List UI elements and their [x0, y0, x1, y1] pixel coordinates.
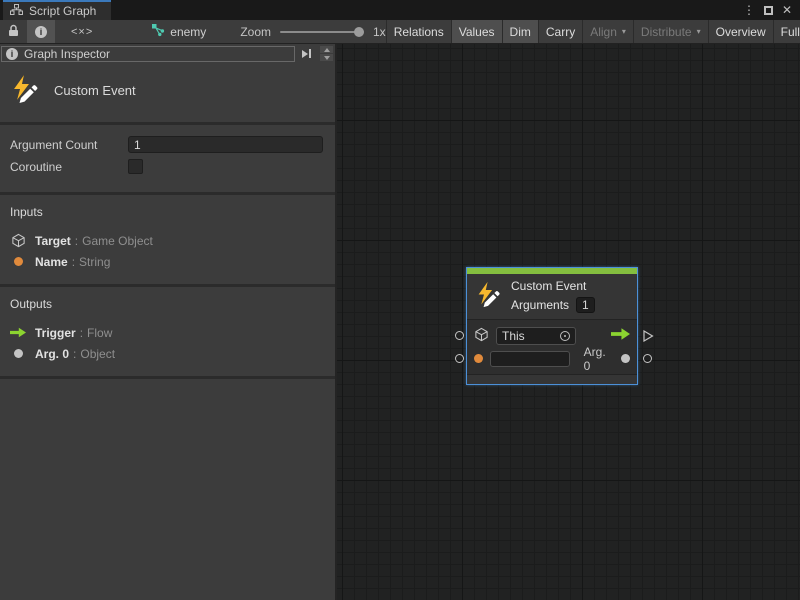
zoom-label: Zoom	[240, 25, 271, 39]
lock-icon	[8, 24, 19, 40]
node-arguments-value[interactable]: 1	[576, 297, 595, 313]
node-arguments-label: Arguments	[511, 298, 569, 312]
toolbar-buttons: Relations Values Dim Carry Align ▾ Distr…	[386, 20, 800, 43]
relations-button[interactable]: Relations	[386, 20, 451, 43]
maximize-icon[interactable]	[764, 6, 773, 15]
outputs-title: Outputs	[10, 297, 325, 311]
node-row-arg0: Arg. 0	[474, 347, 630, 370]
unity-visual-scripting-window: Script Graph ⋮ ✕ i <×>	[0, 0, 800, 600]
arg0-label: Arg. 0	[584, 345, 615, 373]
title-bar: Script Graph ⋮ ✕	[0, 0, 800, 20]
trigger-input-connect-port[interactable]	[455, 331, 464, 340]
flow-port-icon	[10, 327, 26, 338]
code-icon: <×>	[71, 26, 93, 38]
node-arguments: Arguments 1	[511, 297, 595, 313]
graph-inspector-panel: i Graph Inspector	[0, 44, 337, 600]
inputs-section: Inputs Target : Game Object Name :	[0, 195, 335, 287]
info-icon: i	[35, 26, 47, 38]
node-footer	[467, 375, 637, 384]
window-menu-icon[interactable]: ⋮	[743, 3, 755, 17]
object-port-icon	[10, 349, 26, 358]
target-dropdown-value: This	[502, 329, 525, 343]
main-area: i Graph Inspector	[0, 44, 800, 600]
inspector-title: Graph Inspector	[24, 47, 110, 61]
tab-title: Script Graph	[29, 4, 96, 18]
port-row-arg0: Arg. 0 : Object	[10, 343, 325, 364]
custom-event-icon	[475, 281, 502, 311]
close-icon[interactable]: ✕	[782, 3, 792, 17]
target-dropdown[interactable]: This	[496, 327, 576, 345]
zoom-value: 1x	[373, 25, 386, 39]
coroutine-checkbox[interactable]	[128, 159, 143, 174]
arg0-output-connect-port[interactable]	[643, 354, 652, 363]
full-screen-button[interactable]: Full Screen	[773, 20, 800, 43]
spinner-up-button[interactable]	[320, 46, 333, 53]
port-row-target: Target : Game Object	[10, 230, 325, 251]
code-view-button[interactable]: <×>	[55, 20, 109, 43]
coroutine-row: Coroutine	[10, 157, 323, 176]
name-connect-port[interactable]	[455, 354, 464, 363]
spinner-down-button[interactable]	[320, 54, 333, 61]
dock-panel-button[interactable]	[298, 46, 315, 62]
name-input-port-icon[interactable]	[474, 354, 483, 363]
custom-event-icon	[10, 74, 40, 107]
tab-script-graph[interactable]: Script Graph	[3, 0, 111, 20]
arg0-output-port-icon[interactable]	[621, 354, 630, 363]
window-controls: ⋮ ✕	[743, 0, 800, 20]
chevron-down-icon: ▾	[697, 27, 701, 36]
breadcrumb-label: enemy	[170, 25, 206, 39]
object-picker-icon[interactable]	[560, 331, 570, 341]
distribute-button[interactable]: Distribute ▾	[633, 20, 708, 43]
unit-header: Custom Event	[0, 63, 335, 125]
zoom-control: Zoom 1x	[240, 20, 385, 43]
panel-spinner	[320, 46, 333, 61]
unit-fields: Argument Count Coroutine	[0, 125, 335, 195]
dim-button[interactable]: Dim	[502, 20, 538, 43]
triangle-down-icon	[324, 56, 330, 60]
script-graph-icon	[10, 4, 23, 18]
zoom-slider[interactable]	[280, 31, 364, 33]
inspector-header: i Graph Inspector	[0, 44, 335, 63]
graph-node-icon	[151, 23, 165, 40]
lock-button[interactable]	[0, 20, 27, 43]
inputs-title: Inputs	[10, 205, 325, 219]
zoom-slider-knob[interactable]	[354, 27, 364, 37]
trigger-output-port-icon[interactable]	[611, 328, 630, 343]
dock-icon	[302, 50, 308, 58]
name-value-input[interactable]	[490, 351, 570, 367]
port-row-trigger: Trigger : Flow	[10, 322, 325, 343]
inspector-toggle-button[interactable]: i	[27, 20, 55, 43]
argument-count-label: Argument Count	[10, 138, 128, 152]
node-title: Custom Event	[511, 279, 595, 294]
triangle-up-icon	[324, 48, 330, 52]
trigger-output-connect-port[interactable]	[643, 330, 654, 345]
outputs-section: Outputs Trigger : Flow Arg. 0 : Object	[0, 287, 335, 379]
game-object-port-icon[interactable]	[474, 327, 489, 345]
argument-count-row: Argument Count	[10, 135, 323, 154]
graph-toolbar: i <×> enemy Zoom 1x	[0, 20, 800, 44]
graph-canvas[interactable]: Custom Event Arguments 1	[337, 44, 800, 600]
overview-button[interactable]: Overview	[708, 20, 773, 43]
values-button[interactable]: Values	[451, 20, 502, 43]
coroutine-label: Coroutine	[10, 160, 128, 174]
unit-title: Custom Event	[54, 83, 136, 98]
chevron-down-icon: ▾	[622, 27, 626, 36]
titlebar-spacer	[111, 0, 743, 20]
node-body: This Arg. 0	[467, 319, 637, 375]
info-icon: i	[6, 48, 18, 60]
port-row-name: Name : String	[10, 251, 325, 272]
graph-breadcrumb[interactable]: enemy	[151, 20, 206, 43]
game-object-port-icon	[10, 233, 26, 248]
node-header[interactable]: Custom Event Arguments 1	[467, 274, 637, 319]
value-port-icon	[10, 257, 26, 266]
inspector-empty-space	[0, 379, 335, 600]
argument-count-input[interactable]	[128, 136, 323, 153]
carry-button[interactable]: Carry	[538, 20, 582, 43]
inspector-title-box: i Graph Inspector	[1, 46, 295, 62]
align-button[interactable]: Align ▾	[582, 20, 633, 43]
custom-event-node[interactable]: Custom Event Arguments 1	[466, 267, 638, 385]
